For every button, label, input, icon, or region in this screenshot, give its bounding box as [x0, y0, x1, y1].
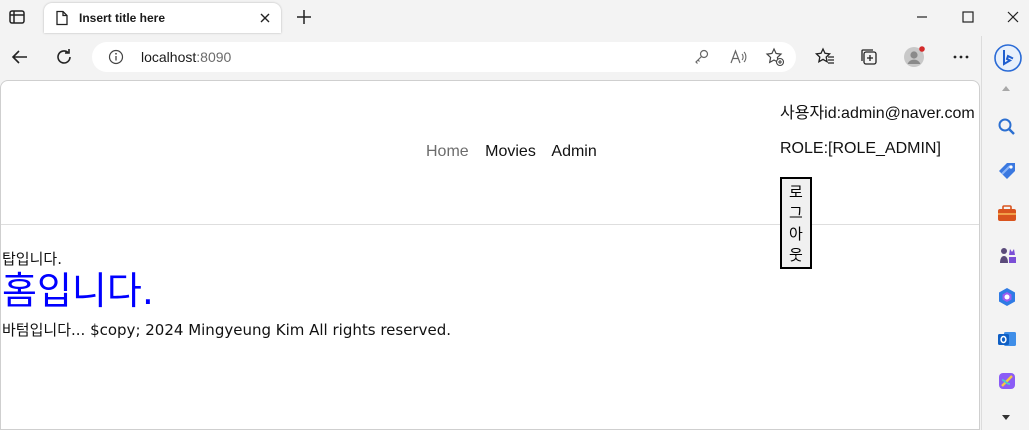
key-icon[interactable] [693, 48, 711, 66]
tag-icon[interactable] [996, 160, 1018, 182]
star-add-icon[interactable] [765, 47, 785, 67]
scroll-up-icon[interactable] [1001, 84, 1011, 92]
avatar[interactable] [903, 46, 925, 68]
url-text: localhost:8090 [141, 49, 232, 65]
browser-toolbar: localhost:8090 [0, 36, 1029, 80]
more-icon[interactable] [950, 46, 972, 68]
collections-icon[interactable] [858, 46, 880, 68]
user-id-text: 사용자id:admin@naver.com [780, 105, 975, 122]
back-arrow-icon[interactable] [9, 46, 31, 68]
page-title: 홈입니다. [2, 269, 154, 313]
edge-sidebar [981, 36, 1029, 430]
address-bar[interactable]: localhost:8090 [92, 42, 796, 72]
main-nav: Home Movies Admin [426, 143, 609, 161]
page-icon [54, 10, 70, 26]
refresh-icon[interactable] [53, 46, 75, 68]
read-aloud-icon[interactable] [729, 48, 747, 66]
search-icon[interactable] [996, 116, 1018, 138]
designer-icon[interactable] [996, 370, 1018, 392]
nav-link-home[interactable]: Home [426, 143, 469, 160]
footer-text: 바텀입니다... $copy; 2024 Mingyeung Kim All r… [2, 321, 451, 339]
logout-button[interactable]: 로그아웃 [780, 177, 812, 269]
plus-icon[interactable] [295, 8, 313, 26]
outlook-icon[interactable] [996, 328, 1018, 350]
nav-link-movies[interactable]: Movies [485, 143, 536, 160]
site-header: Home Movies Admin 사용자id:admin@naver.com … [1, 81, 979, 269]
favorites-icon[interactable] [814, 46, 836, 68]
maximize-icon[interactable] [958, 8, 978, 26]
nav-link-admin[interactable]: Admin [551, 143, 596, 160]
tab-actions-icon[interactable] [6, 6, 28, 28]
page-viewport: Home Movies Admin 사용자id:admin@naver.com … [0, 80, 980, 430]
close-icon[interactable] [258, 11, 272, 25]
tab-strip: Insert title here [0, 0, 1029, 36]
briefcase-icon[interactable] [996, 202, 1018, 224]
user-role-text: ROLE:[ROLE_ADMIN] [780, 140, 941, 157]
scroll-down-icon[interactable] [1001, 414, 1011, 422]
tab-title: Insert title here [79, 11, 166, 25]
minimize-icon[interactable] [912, 8, 932, 26]
bing-icon[interactable] [994, 44, 1022, 72]
page-content: 탑입니다. 홈입니다. 바텀입니다... $copy; 2024 Mingyeu… [2, 248, 451, 340]
games-icon[interactable] [996, 244, 1018, 266]
microsoft365-icon[interactable] [996, 286, 1018, 308]
browser-tab[interactable]: Insert title here [44, 3, 281, 33]
info-icon[interactable] [108, 49, 124, 65]
top-text: 탑입니다. [2, 250, 62, 268]
window-close-icon[interactable] [1003, 8, 1023, 26]
